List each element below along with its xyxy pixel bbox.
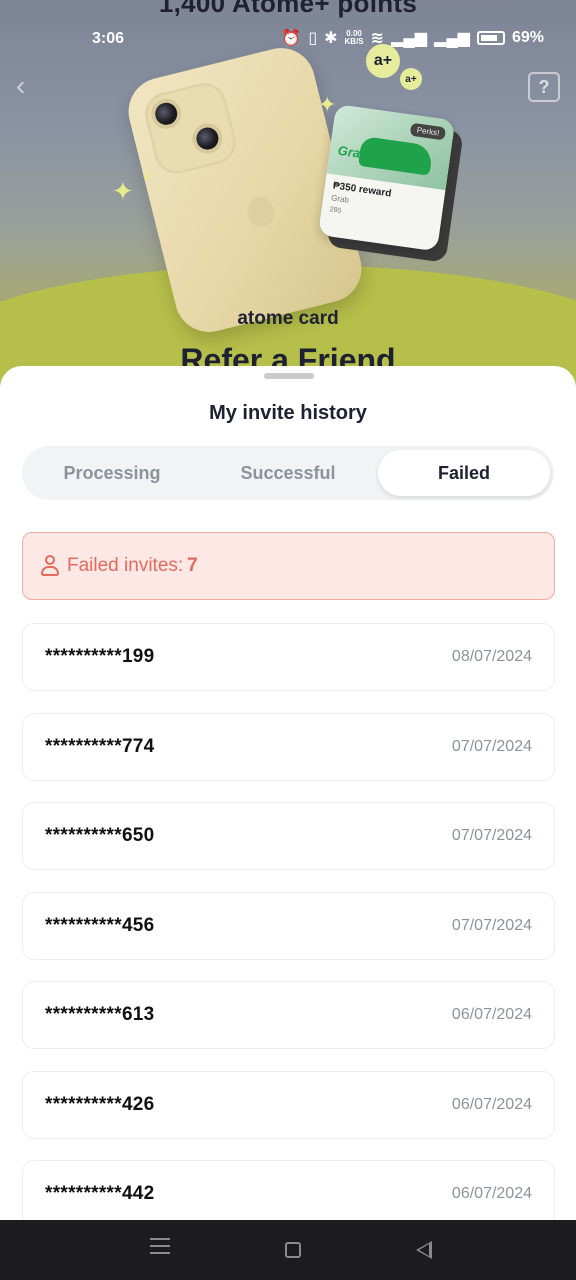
apple-logo-icon (244, 194, 277, 230)
battery-level: 69% (511, 29, 544, 46)
bluetooth-icon: ✱ (324, 30, 338, 47)
tab-successful[interactable]: Successful (202, 450, 374, 496)
list-item[interactable]: **********650 07/07/2024 (22, 802, 555, 870)
status-bar: 3:06 ⏰ ▯ ✱ 0.00 KB/S ≋ ▂▄▆ ▂▄▆ 69% (0, 24, 576, 54)
car-icon (357, 135, 434, 176)
tab-failed[interactable]: Failed (378, 450, 550, 496)
wifi-icon: ≋ (370, 30, 385, 47)
sparkle-icon: ✦ (142, 170, 153, 184)
list-item[interactable]: **********456 07/07/2024 (22, 891, 555, 960)
network-speed: 0.00 KB/S (344, 29, 364, 46)
system-nav-bar (0, 1220, 576, 1280)
sheet-title: My invite history (209, 402, 367, 424)
question-bubble-icon[interactable]: ? (528, 72, 560, 102)
failed-invites-count: 7 (187, 555, 198, 576)
invite-phone: **********426 (45, 1093, 155, 1115)
hero-banner: 1,400 Atome+ points Perks! Grab ₱350 rew… (0, 0, 576, 420)
invite-date: 08/07/2024 (451, 648, 532, 665)
invite-date: 07/07/2024 (451, 827, 532, 844)
invite-date: 07/07/2024 (451, 737, 532, 755)
failed-invites-label: Failed invites: (67, 555, 184, 576)
invite-date: 06/07/2024 (451, 1006, 532, 1023)
back-triangle-icon[interactable] (416, 1241, 432, 1259)
invite-phone: **********456 (45, 914, 155, 936)
invite-list: **********199 08/07/2024 **********774 0… (22, 623, 555, 1220)
alarm-icon: ⏰ (281, 30, 302, 47)
sparkle-icon: ✦ (318, 92, 337, 117)
list-item[interactable]: **********199 08/07/2024 (22, 623, 555, 691)
list-item[interactable]: **********774 07/07/2024 (22, 712, 555, 781)
status-tabs: Processing Successful Failed (22, 446, 554, 500)
recent-apps-icon[interactable] (150, 1238, 170, 1259)
person-icon (41, 555, 59, 577)
sparkle-icon: ✦ (112, 176, 134, 206)
chevron-left-icon[interactable]: ‹ (16, 72, 40, 100)
home-icon[interactable] (285, 1242, 301, 1258)
vibrate-icon: ▯ (308, 30, 318, 47)
signal-icon: ▂▄▆ (434, 30, 470, 47)
brand-label: atome card (237, 308, 339, 329)
signal-icon: ▂▄▆ (391, 30, 428, 47)
invite-phone: **********774 (45, 735, 155, 757)
invite-date: 06/07/2024 (451, 1095, 532, 1113)
points-headline: 1,400 Atome+ points (158, 0, 418, 18)
list-item[interactable]: **********442 06/07/2024 (22, 1160, 555, 1220)
invite-date: 07/07/2024 (451, 916, 532, 934)
failed-invites-banner: Failed invites: 7 (22, 532, 555, 600)
invite-history-sheet: My invite history Processing Successful … (0, 366, 576, 1220)
atome-plus-coin-icon: a+ (400, 68, 422, 90)
status-time: 3:06 (92, 30, 125, 47)
invite-phone: **********613 (45, 1004, 155, 1025)
invite-date: 06/07/2024 (451, 1185, 532, 1202)
sheet-drag-handle[interactable] (264, 373, 314, 379)
list-item[interactable]: **********613 06/07/2024 (22, 981, 555, 1049)
invite-phone: **********650 (45, 825, 155, 846)
gift-card-badge: Perks! (409, 122, 447, 141)
battery-icon (476, 31, 505, 45)
camera-module (140, 78, 241, 179)
invite-phone: **********199 (45, 646, 155, 667)
gift-card-illustration: Perks! Grab ₱350 reward Grab 285 (317, 104, 464, 263)
tab-processing[interactable]: Processing (26, 450, 198, 496)
invite-phone: **********442 (45, 1183, 155, 1204)
list-item[interactable]: **********426 06/07/2024 (22, 1070, 555, 1139)
